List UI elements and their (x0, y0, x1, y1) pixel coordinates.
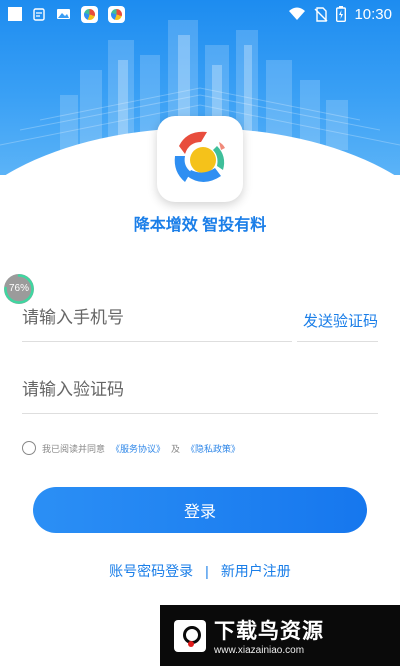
app-icon (108, 5, 125, 23)
watermark-title: 下载鸟资源 (214, 619, 324, 643)
send-code-underline (297, 341, 378, 342)
phone-field-row: 发送验证码 (22, 300, 378, 342)
privacy-policy-link[interactable]: 《隐私政策》 (186, 442, 240, 455)
status-time: 10:30 (354, 5, 392, 23)
app-logo (157, 116, 243, 202)
agree-radio[interactable] (22, 441, 36, 455)
agree-prefix: 我已阅读并同意 (42, 443, 106, 454)
watermark: 下载鸟资源 www.xiazainiao.com (160, 605, 400, 666)
app-icon (81, 5, 98, 23)
brand-slogan: 降本增效 智投有料 (133, 217, 267, 234)
app-logo-icon (174, 131, 225, 182)
phone-input[interactable] (22, 300, 282, 336)
square-icon (8, 7, 22, 21)
link-separator: | (205, 563, 209, 579)
battery-icon (336, 6, 347, 22)
watermark-url: www.xiazainiao.com (214, 645, 305, 656)
register-link[interactable]: 新用户注册 (221, 561, 291, 581)
watermark-logo-icon (174, 619, 206, 652)
agreement-row: 我已阅读并同意 《服务协议》 及 《隐私政策》 (22, 441, 240, 455)
phone-underline (22, 341, 292, 342)
progress-badge: 76% (2, 272, 36, 306)
code-field-row (22, 372, 378, 414)
progress-text: 76% (8, 283, 29, 294)
status-bar: 10:30 (0, 0, 400, 28)
wifi-icon (289, 7, 306, 20)
no-sim-icon (314, 6, 328, 22)
password-login-link[interactable]: 账号密码登录 (109, 561, 193, 581)
agree-and: 及 (171, 443, 181, 454)
alt-login-links: 账号密码登录 | 新用户注册 (0, 561, 400, 581)
service-agreement-link[interactable]: 《服务协议》 (111, 442, 165, 455)
image-icon (57, 9, 70, 19)
send-code-button[interactable]: 发送验证码 (303, 310, 378, 331)
login-button[interactable]: 登录 (33, 487, 367, 533)
code-underline (22, 413, 378, 414)
clipboard-icon (33, 8, 45, 21)
code-input[interactable] (22, 372, 282, 408)
